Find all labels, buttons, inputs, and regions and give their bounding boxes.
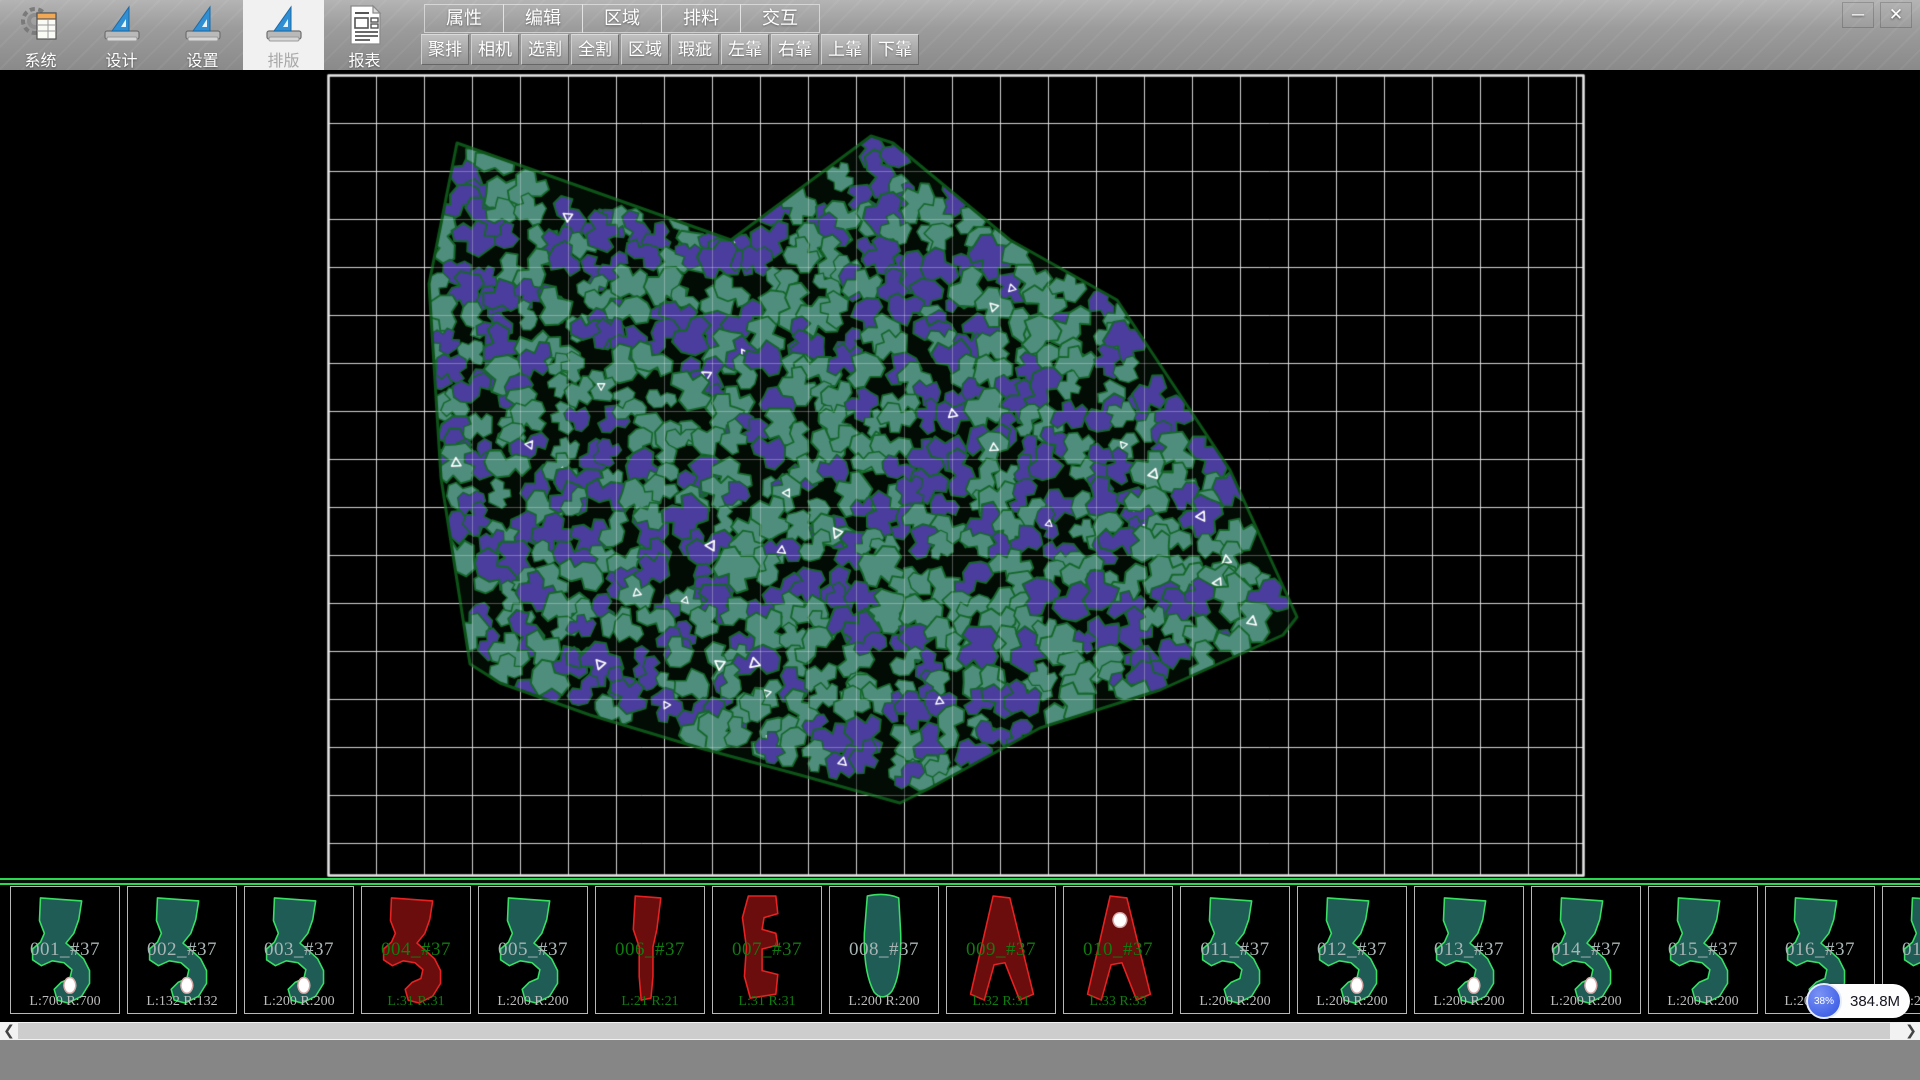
piece-thumbnail-012_#37[interactable]: 012_#37 L:200 R:200 <box>1297 886 1407 1014</box>
piece-name: 015_#37 <box>1649 939 1757 961</box>
piece-thumbnail-strip: 001_#37 L:700 R:700 002_#37 L:132 R:132 … <box>0 886 1920 1016</box>
menu-tab-interaction[interactable]: 交互 <box>740 4 820 33</box>
app-tab-design[interactable]: 设计 <box>81 0 162 70</box>
piece-thumbnail-013_#37[interactable]: 013_#37 L:200 R:200 <box>1414 886 1524 1014</box>
menu-tab-nest[interactable]: 排料 <box>661 4 741 33</box>
piece-thumbnail-011_#37[interactable]: 011_#37 L:200 R:200 <box>1180 886 1290 1014</box>
menu-tab-properties[interactable]: 属性 <box>424 4 504 33</box>
piece-lr-count: L:31 R:31 <box>713 994 821 1010</box>
window-controls: ─ ✕ <box>1842 2 1912 28</box>
piece-name: 013_#37 <box>1415 939 1523 961</box>
app-tabs: 系统 设计 设置 排版 报表 <box>0 0 405 70</box>
app-tab-report[interactable]: 报表 <box>324 0 405 70</box>
tool-button-select-cut[interactable]: 选割 <box>521 34 569 65</box>
piece-lr-count: L:200 R:200 <box>1532 994 1640 1010</box>
app-tab-label: 系统 <box>24 47 56 71</box>
piece-thumbnail-007_#37[interactable]: 007_#37 L:31 R:31 <box>712 886 822 1014</box>
app-tab-nesting[interactable]: 排版 <box>243 0 324 70</box>
piece-thumbnail-004_#37[interactable]: 004_#37 L:31 R:31 <box>361 886 471 1014</box>
piece-lr-count: L:200 R:200 <box>245 994 353 1010</box>
piece-lr-count: L:200 R:200 <box>1649 994 1757 1010</box>
piece-name: 010_#37 <box>1064 939 1172 961</box>
piece-name: 008_#37 <box>830 939 938 961</box>
piece-thumbnail-010_#37[interactable]: 010_#37 L:33 R:33 <box>1063 886 1173 1014</box>
piece-lr-count: L:200 R:200 <box>830 994 938 1010</box>
piece-thumbnail-014_#37[interactable]: 014_#37 L:200 R:200 <box>1531 886 1641 1014</box>
piece-lr-count: L:32 R:31 <box>947 994 1055 1010</box>
piece-lr-count: L:200 R:200 <box>1415 994 1523 1010</box>
status-pill: 38% 384.8M <box>1808 984 1910 1018</box>
piece-lr-count: L:200 R:200 <box>1181 994 1289 1010</box>
app-tab-label: 报表 <box>348 47 380 71</box>
close-button[interactable]: ✕ <box>1880 2 1912 28</box>
tool-button-cluster-nest[interactable]: 聚排 <box>421 34 469 65</box>
menu-row: 属性编辑区域排料交互 <box>424 4 819 33</box>
scroll-left-arrow-icon[interactable]: ❮ <box>0 1022 18 1040</box>
piece-thumbnail-002_#37[interactable]: 002_#37 L:132 R:132 <box>127 886 237 1014</box>
scrollbar-thumb[interactable] <box>18 1023 1890 1039</box>
piece-name: 005_#37 <box>479 939 587 961</box>
piece-lr-count: L:21 R:21 <box>596 994 704 1010</box>
app-tab-system[interactable]: 系统 <box>0 0 81 70</box>
piece-name: 014_#37 <box>1532 939 1640 961</box>
piece-lr-count: L:31 R:31 <box>362 994 470 1010</box>
app-tab-label: 设置 <box>186 47 218 71</box>
toolbar: 系统设计设置排版报表 属性编辑区域排料交互 聚排相机选割全割区域瑕疵左靠右靠上靠… <box>0 0 1920 70</box>
piece-thumbnail-006_#37[interactable]: 006_#37 L:21 R:21 <box>595 886 705 1014</box>
piece-name: 004_#37 <box>362 939 470 961</box>
scroll-right-arrow-icon[interactable]: ❯ <box>1902 1022 1920 1040</box>
tool-button-snap-up[interactable]: 上靠 <box>821 34 869 65</box>
system-icon <box>20 4 62 46</box>
tool-button-defect[interactable]: 瑕疵 <box>671 34 719 65</box>
tool-button-zone[interactable]: 区域 <box>621 34 669 65</box>
piece-thumbnail-015_#37[interactable]: 015_#37 L:200 R:200 <box>1648 886 1758 1014</box>
piece-lr-count: L:700 R:700 <box>11 994 119 1010</box>
ruler-icon <box>182 4 224 46</box>
app-tab-label: 排版 <box>267 47 299 71</box>
minimize-button[interactable]: ─ <box>1842 2 1874 28</box>
piece-lr-count: L:132 R:132 <box>128 994 236 1010</box>
memory-indicator: 384.8M <box>1850 993 1900 1010</box>
ruler-icon <box>101 4 143 46</box>
progress-badge: 38% <box>1806 983 1842 1019</box>
piece-name: 002_#37 <box>128 939 236 961</box>
piece-lr-count: L:200 R:200 <box>479 994 587 1010</box>
horizontal-scrollbar[interactable]: ❮ ❯ <box>0 1022 1920 1040</box>
tool-row: 聚排相机选割全割区域瑕疵左靠右靠上靠下靠 <box>421 34 919 65</box>
tool-button-snap-left[interactable]: 左靠 <box>721 34 769 65</box>
tool-button-camera[interactable]: 相机 <box>471 34 519 65</box>
tool-button-snap-right[interactable]: 右靠 <box>771 34 819 65</box>
piece-name: 012_#37 <box>1298 939 1406 961</box>
tool-button-snap-down[interactable]: 下靠 <box>871 34 919 65</box>
piece-thumbnail-009_#37[interactable]: 009_#37 L:32 R:31 <box>946 886 1056 1014</box>
app-window: 系统设计设置排版报表 属性编辑区域排料交互 聚排相机选割全割区域瑕疵左靠右靠上靠… <box>0 0 1920 1080</box>
app-tab-settings[interactable]: 设置 <box>162 0 243 70</box>
report-icon <box>344 4 386 46</box>
piece-name: 009_#37 <box>947 939 1055 961</box>
piece-thumbnail-001_#37[interactable]: 001_#37 L:700 R:700 <box>10 886 120 1014</box>
piece-lr-count: L:200 R:200 <box>1298 994 1406 1010</box>
piece-thumbnail-005_#37[interactable]: 005_#37 L:200 R:200 <box>478 886 588 1014</box>
piece-name: 017_#37 <box>1883 939 1920 961</box>
strip-separator <box>0 878 1920 885</box>
piece-name: 003_#37 <box>245 939 353 961</box>
piece-lr-count: L:33 R:33 <box>1064 994 1172 1010</box>
ruler-icon <box>263 4 305 46</box>
nesting-canvas-area[interactable] <box>0 70 1920 881</box>
piece-thumbnail-003_#37[interactable]: 003_#37 L:200 R:200 <box>244 886 354 1014</box>
tool-button-cut-all[interactable]: 全割 <box>571 34 619 65</box>
nesting-canvas[interactable] <box>0 70 1920 881</box>
menu-tab-region[interactable]: 区域 <box>582 4 662 33</box>
piece-thumbnail-008_#37[interactable]: 008_#37 L:200 R:200 <box>829 886 939 1014</box>
piece-name: 001_#37 <box>11 939 119 961</box>
piece-name: 006_#37 <box>596 939 704 961</box>
menu-tab-edit[interactable]: 编辑 <box>503 4 583 33</box>
piece-name: 011_#37 <box>1181 939 1289 961</box>
window-footer <box>0 1040 1920 1080</box>
piece-name: 007_#37 <box>713 939 821 961</box>
app-tab-label: 设计 <box>105 47 137 71</box>
piece-name: 016_#37 <box>1766 939 1874 961</box>
